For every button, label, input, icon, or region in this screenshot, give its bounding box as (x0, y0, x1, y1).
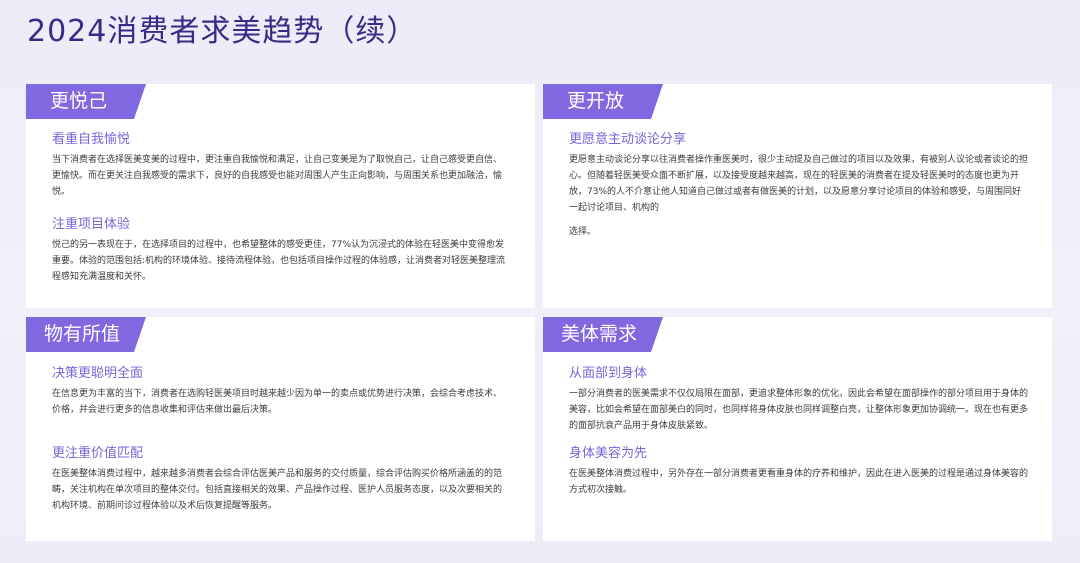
section-subtitle: 从面部到身体 (569, 366, 648, 381)
section-text: 一部分消费者的医美需求不仅仅局限在面部，更追求整体形象的优化，因此会希望在面部操… (569, 389, 1029, 431)
section-share: 更愿意主动谈论分享 更愿意主动谈论分享以往消费者操作重医美时，很少主动提及自己做… (569, 131, 1029, 240)
card-kaifang: 更开放 更愿意主动谈论分享 更愿意主动谈论分享以往消费者操作重医美时，很少主动提… (543, 84, 1052, 308)
card-tag: 美体需求 (543, 317, 663, 352)
section-subtitle: 注重项目体验 (52, 217, 131, 232)
section-self-pleasure: 看重自我愉悦 当下消费者在选择医美变美的过程中，更注重自我愉悦和满足，让自己变美… (52, 131, 510, 200)
section-smart-decision: 决策更聪明全面 在信息更为丰富的当下，消费者在选购轻医美项目时越来越少因为单一的… (52, 365, 510, 418)
card-wuyousuozhi: 物有所值 决策更聪明全面 在信息更为丰富的当下，消费者在选购轻医美项目时越来越少… (26, 317, 535, 541)
section-value-match: 更注重价值匹配 在医美整体消费过程中，越来越多消费者会综合评估医美产品和服务的交… (52, 445, 510, 514)
section-subtitle: 身体美容为先 (569, 446, 648, 461)
section-subtitle: 更愿意主动谈论分享 (569, 132, 687, 147)
card-tag: 更悦己 (26, 84, 146, 119)
section-text: 在信息更为丰富的当下，消费者在选购轻医美项目时越来越少因为单一的卖点或优势进行决… (52, 389, 503, 415)
section-body-first: 身体美容为先 在医美整体消费过程中，另外存在一部分消费者更看重身体的疗养和维护，… (569, 445, 1029, 498)
section-text: 更愿意主动谈论分享以往消费者操作重医美时，很少主动提及自己做过的项目以及效果，有… (569, 155, 1029, 213)
section-text-continued: 选择。 (569, 227, 597, 237)
section-subtitle: 看重自我愉悦 (52, 132, 131, 147)
section-subtitle: 决策更聪明全面 (52, 366, 144, 381)
section-text: 在医美整体消费过程中，越来越多消费者会综合评估医美产品和服务的交付质量，综合评估… (52, 469, 503, 511)
card-tag: 物有所值 (26, 317, 146, 352)
section-text: 悦己的另一表现在于，在选择项目的过程中，也希望整体的感受更佳，77%认为沉浸式的… (52, 240, 506, 282)
section-subtitle: 更注重价值匹配 (52, 446, 144, 461)
card-tag: 更开放 (543, 84, 663, 119)
card-meiti: 美体需求 从面部到身体 一部分消费者的医美需求不仅仅局限在面部，更追求整体形象的… (543, 317, 1052, 541)
card-yueji: 更悦己 看重自我愉悦 当下消费者在选择医美变美的过程中，更注重自我愉悦和满足，让… (26, 84, 535, 308)
page-title: 2024消费者求美趋势（续） (27, 14, 418, 49)
section-text: 当下消费者在选择医美变美的过程中，更注重自我愉悦和满足，让自己变美是为了取悦自己… (52, 155, 503, 197)
section-project-experience: 注重项目体验 悦己的另一表现在于，在选择项目的过程中，也希望整体的感受更佳，77… (52, 216, 510, 285)
section-face-to-body: 从面部到身体 一部分消费者的医美需求不仅仅局限在面部，更追求整体形象的优化，因此… (569, 365, 1029, 434)
section-text: 在医美整体消费过程中，另外存在一部分消费者更看重身体的疗养和维护，因此在进入医美… (569, 469, 1029, 495)
